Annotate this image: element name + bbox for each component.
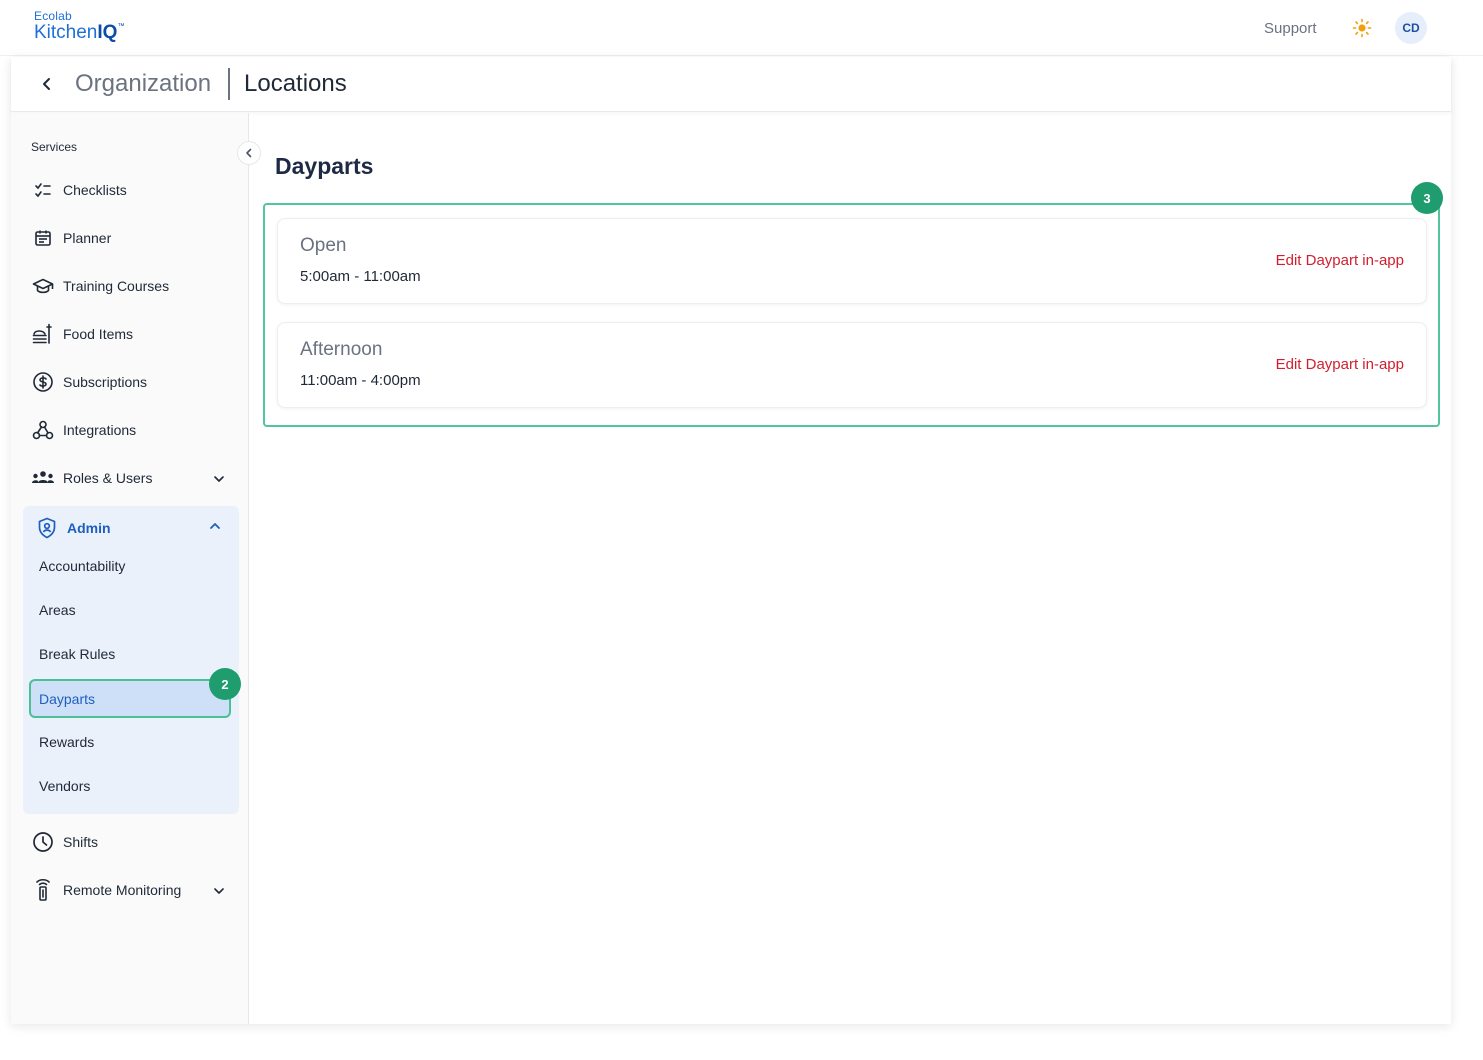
- sidebar-item-checklists[interactable]: Checklists: [31, 175, 127, 205]
- theme-sun-icon[interactable]: [1352, 18, 1372, 38]
- daypart-name: Afternoon: [300, 339, 383, 360]
- sidebar-item-label: Integrations: [63, 422, 137, 438]
- logo-tm: ™: [117, 23, 125, 30]
- admin-sub-item-vendors[interactable]: Vendors: [39, 778, 90, 794]
- app-shell: Organization Locations Services Checklis…: [11, 57, 1451, 1024]
- chevron-up-icon[interactable]: [207, 518, 223, 534]
- chevron-left-icon: [246, 148, 252, 158]
- sidebar-item-subscriptions[interactable]: Subscriptions: [31, 367, 147, 397]
- admin-sub-item-accountability[interactable]: Accountability: [39, 558, 125, 574]
- page-title: Dayparts: [275, 153, 374, 179]
- shield-user-icon: [35, 516, 59, 540]
- admin-sub-item-label: Dayparts: [39, 691, 96, 707]
- edit-daypart-link[interactable]: Edit Daypart in-app: [1276, 356, 1404, 373]
- logo-ecolab: Ecolab: [34, 9, 72, 23]
- calendar-icon: [31, 226, 55, 250]
- chevron-down-icon[interactable]: [211, 883, 227, 899]
- sidebar-item-label: Shifts: [63, 834, 99, 850]
- step-badge-2: 2: [209, 668, 241, 700]
- sidebar: Services Checklists Planner Training Cou…: [11, 113, 249, 1024]
- sidebar-item-label: Training Courses: [63, 278, 170, 294]
- sidebar-item-remote-monitoring[interactable]: Remote Monitoring: [31, 875, 181, 905]
- page-header: Organization Locations: [11, 57, 1451, 112]
- sidebar-item-label: Roles & Users: [63, 470, 153, 486]
- services-section-label: Services: [31, 140, 78, 154]
- sidebar-item-label: Remote Monitoring: [63, 882, 182, 898]
- daypart-name: Open: [300, 235, 347, 256]
- sidebar-item-label: Admin: [67, 520, 111, 536]
- top-bar: Ecolab KitchenIQ™ Support CD: [0, 0, 1483, 56]
- admin-sub-item-areas[interactable]: Areas: [39, 602, 76, 618]
- graduation-cap-icon: [31, 274, 55, 298]
- daypart-card: Open 5:00am - 11:00am Edit Daypart in-ap…: [277, 218, 1427, 304]
- sidebar-collapse-button[interactable]: [237, 141, 261, 165]
- sidebar-item-admin[interactable]: Admin: [35, 516, 111, 540]
- users-icon: [31, 466, 55, 490]
- sidebar-item-label: Food Items: [63, 326, 134, 342]
- chevron-down-icon[interactable]: [211, 471, 227, 487]
- logo-iq-text: IQ: [97, 22, 118, 43]
- daypart-time-range: 11:00am - 4:00pm: [300, 372, 421, 389]
- sidebar-item-label: Planner: [63, 230, 112, 246]
- kitcheniq-logo[interactable]: Ecolab KitchenIQ™: [34, 10, 124, 42]
- admin-sub-item-rewards[interactable]: Rewards: [39, 734, 94, 750]
- sidebar-item-training-courses[interactable]: Training Courses: [31, 271, 169, 301]
- checklist-icon: [31, 178, 55, 202]
- dollar-circle-icon: [31, 370, 55, 394]
- breadcrumb-divider: [228, 68, 230, 100]
- back-arrow-icon[interactable]: [38, 75, 56, 93]
- support-link[interactable]: Support: [1264, 20, 1317, 37]
- breadcrumb-organization[interactable]: Organization: [75, 70, 211, 98]
- step-badge-3: 3: [1411, 182, 1443, 214]
- breadcrumb-locations: Locations: [244, 70, 347, 97]
- sidebar-item-planner[interactable]: Planner: [31, 223, 111, 253]
- webhook-icon: [31, 418, 55, 442]
- edit-daypart-link[interactable]: Edit Daypart in-app: [1276, 252, 1404, 269]
- sidebar-item-food-items[interactable]: Food Items: [31, 319, 133, 349]
- sidebar-item-label: Checklists: [63, 182, 127, 198]
- dayparts-list: Open 5:00am - 11:00am Edit Daypart in-ap…: [263, 203, 1440, 427]
- sidebar-item-shifts[interactable]: Shifts: [31, 827, 98, 857]
- clock-icon: [31, 830, 55, 854]
- daypart-time-range: 5:00am - 11:00am: [300, 268, 421, 285]
- sidebar-item-roles-users[interactable]: Roles & Users: [31, 463, 152, 493]
- food-tray-icon: [31, 322, 55, 346]
- logo-kitchen-text: Kitchen: [34, 22, 98, 43]
- remote-icon: [31, 878, 55, 902]
- logo-kitcheniq: KitchenIQ™: [34, 23, 124, 42]
- user-avatar[interactable]: CD: [1395, 12, 1427, 44]
- sidebar-item-label: Subscriptions: [63, 374, 148, 390]
- admin-panel: Admin Accountability Areas Break Rules D…: [23, 506, 239, 814]
- daypart-card: Afternoon 11:00am - 4:00pm Edit Daypart …: [277, 322, 1427, 408]
- admin-sub-item-break-rules[interactable]: Break Rules: [39, 646, 115, 662]
- admin-sub-item-dayparts[interactable]: Dayparts: [29, 679, 231, 718]
- sidebar-item-integrations[interactable]: Integrations: [31, 415, 136, 445]
